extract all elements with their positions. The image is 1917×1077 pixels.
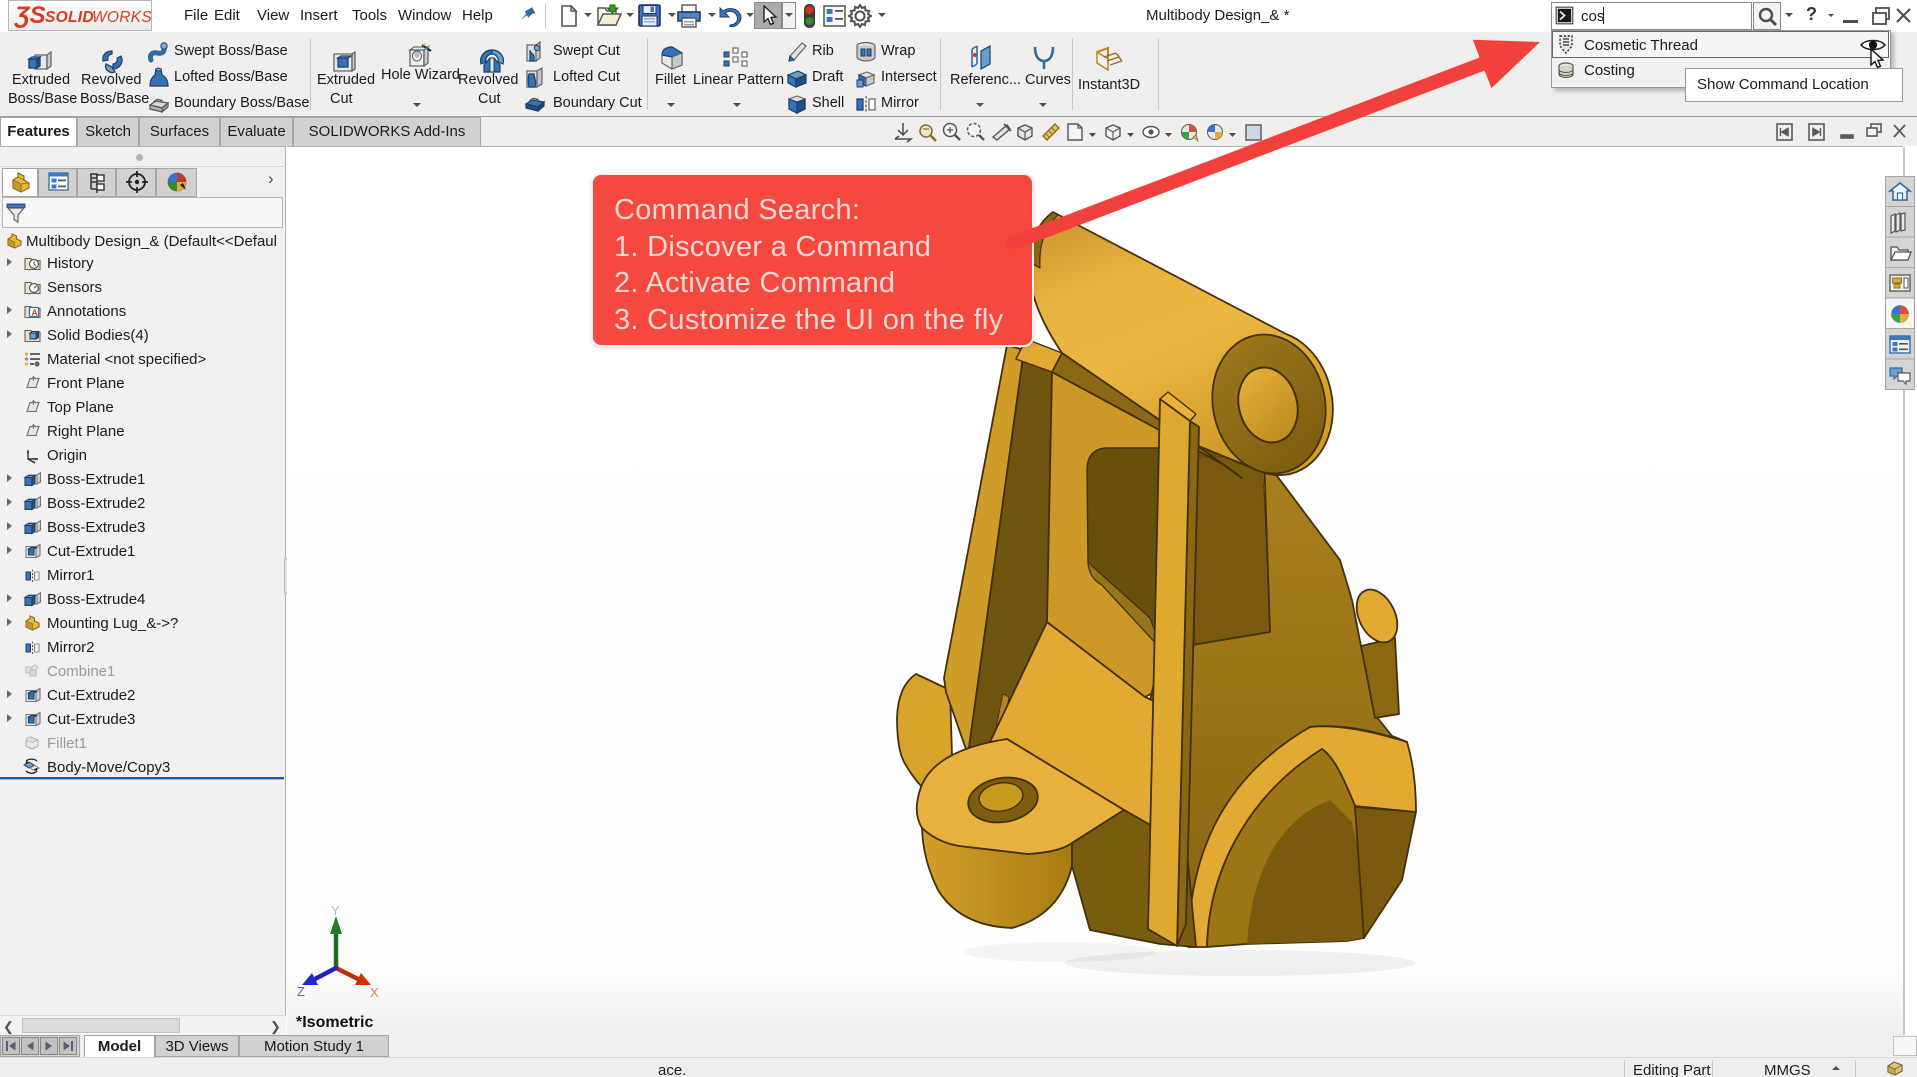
svg-text:WORKS: WORKS — [92, 9, 152, 26]
svg-text:SOLID: SOLID — [45, 9, 94, 26]
svg-text:ƷS: ƷS — [13, 2, 46, 29]
